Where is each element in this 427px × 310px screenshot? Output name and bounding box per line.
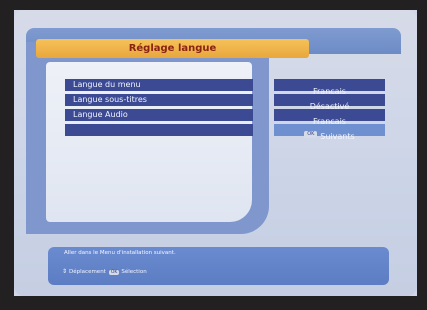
option-langue-du-menu[interactable]: Français [274,79,385,96]
ok-button-icon: OK [304,131,318,138]
bezel-right [417,0,427,310]
menu-item-label: Langue Audio [73,110,128,119]
menu-item-langue-audio[interactable]: Langue Audio [65,109,253,121]
page-title: Réglage langue [128,43,217,54]
bezel-top [0,0,427,10]
option-langue-sous-titres[interactable]: Désactivé [274,94,385,111]
menu-item-label: Langue du menu [73,80,141,89]
select-hint-label: Sélection [121,269,147,275]
nav-hint-label: Déplacement [69,269,106,275]
ok-key-icon: OK [108,270,120,275]
bezel-bottom [0,296,427,310]
bezel-left [0,0,14,310]
menu-item-langue-du-menu[interactable]: Langue du menu [65,79,253,91]
key-hints: ⇕ Déplacement OK Sélection [62,268,147,275]
option-langue-audio[interactable]: Français [274,109,385,126]
suivants-label: Suivants [320,132,355,141]
up-down-arrow-icon: ⇕ [62,268,68,275]
menu-item-empty[interactable] [65,124,253,136]
menu-item-langue-sous-titres[interactable]: Langue sous-titres [65,94,253,106]
tv-screen: Réglage langue Langue du menu Langue sou… [0,0,427,310]
menu-item-label: Langue sous-titres [73,95,147,104]
info-message: Aller dans le Menu d'installation suivan… [64,250,176,256]
suivants-button[interactable]: OK Suivants [274,124,385,141]
